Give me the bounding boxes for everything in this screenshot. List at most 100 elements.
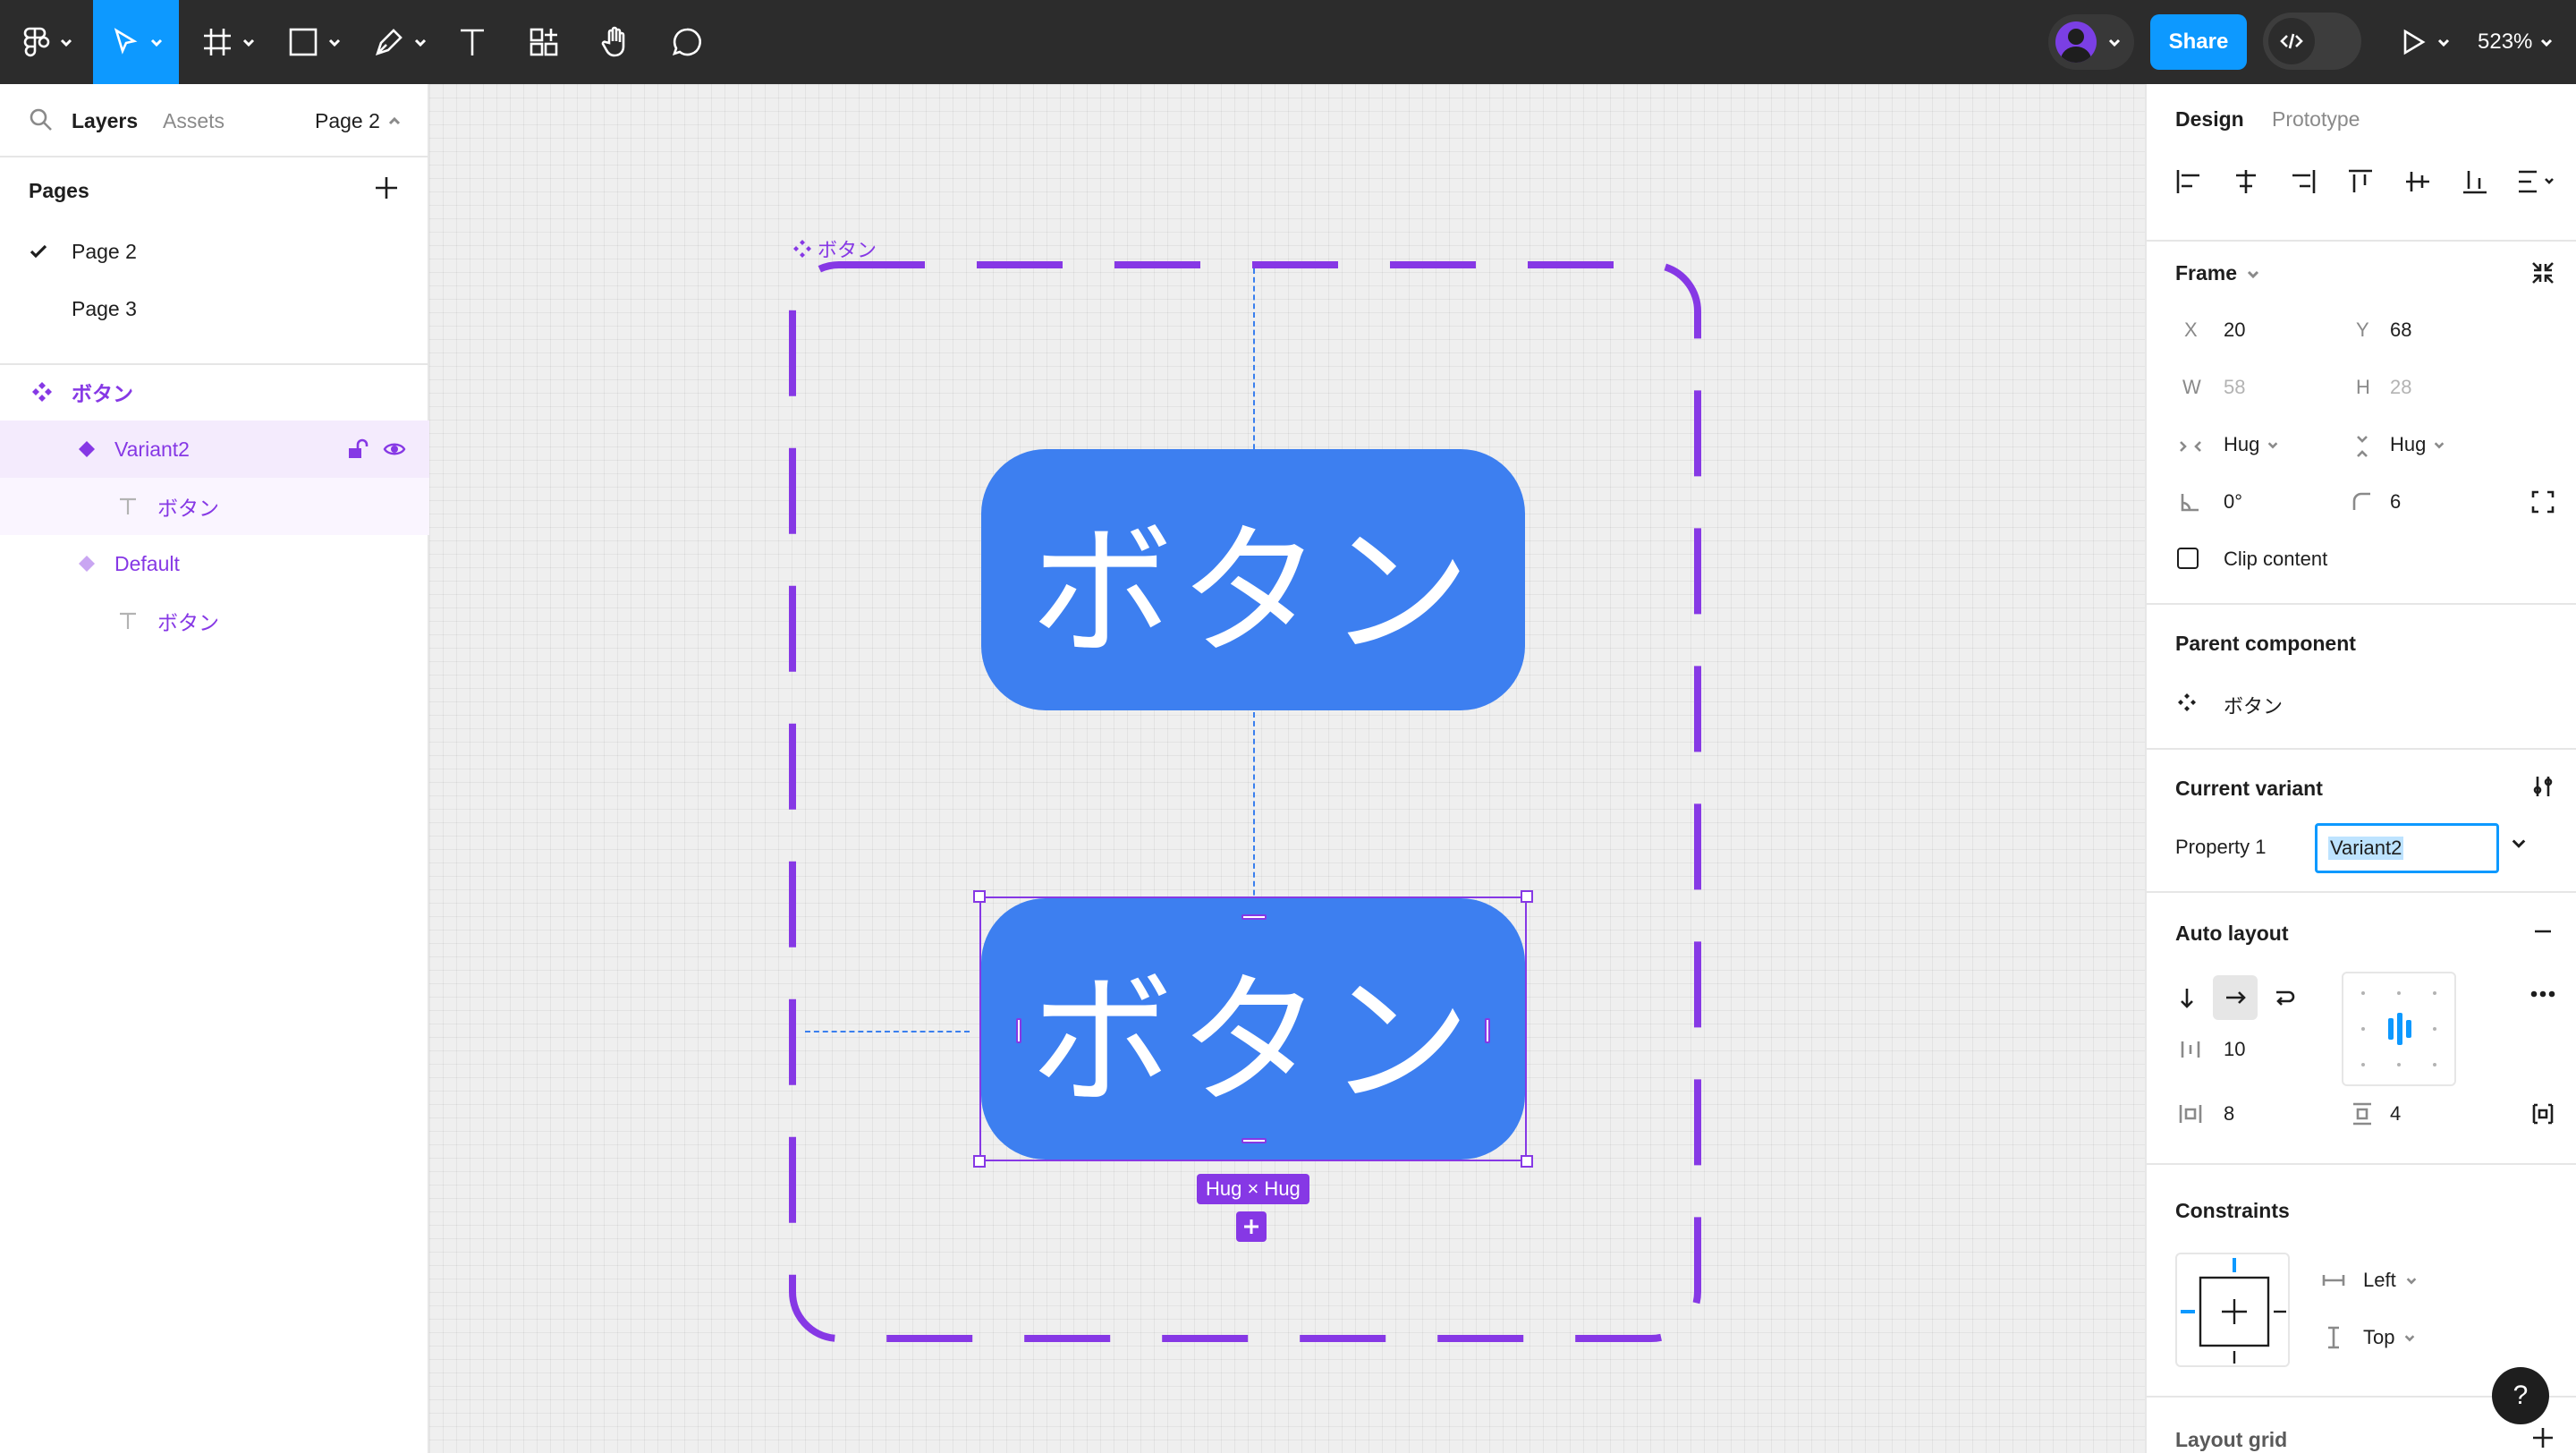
chevron-down-icon — [2406, 1278, 2417, 1285]
align-bottom-icon[interactable] — [2460, 166, 2490, 197]
multiplayer-avatars[interactable] — [2048, 14, 2134, 70]
page-item[interactable]: Page 3 — [0, 281, 429, 336]
width-mode-value: Hug — [2224, 433, 2260, 455]
present-button[interactable] — [2397, 0, 2451, 84]
w-input[interactable]: 58 — [2224, 376, 2245, 399]
add-variant-button[interactable] — [1236, 1211, 1267, 1242]
auto-layout-title: Auto layout — [2175, 922, 2289, 945]
tab-design[interactable]: Design — [2175, 107, 2244, 132]
dev-mode-toggle[interactable] — [2263, 13, 2361, 70]
padding-handle[interactable] — [1485, 1018, 1490, 1043]
hand-tool-button[interactable] — [590, 0, 640, 84]
tab-layers[interactable]: Layers — [72, 109, 138, 133]
rotation-input[interactable]: 0° — [2224, 490, 2242, 514]
layer-actions — [345, 438, 406, 461]
padding-handle[interactable] — [1016, 1018, 1021, 1043]
horizontal-padding-input[interactable]: 8 — [2224, 1102, 2234, 1126]
layer-row-text[interactable]: ボタン — [0, 478, 429, 535]
zoom-menu[interactable]: 523% — [2478, 0, 2554, 84]
vertical-constraint-value: Top — [2363, 1326, 2395, 1348]
corner-radius-input[interactable]: 6 — [2390, 490, 2401, 514]
frame-section-header[interactable]: Frame — [2175, 261, 2260, 285]
pen-tool-button[interactable] — [363, 0, 436, 84]
parent-component-name[interactable]: ボタン — [2224, 691, 2283, 719]
main-menu-button[interactable] — [11, 0, 80, 84]
align-vertical-center-icon[interactable] — [2402, 166, 2433, 197]
align-top-icon[interactable] — [2345, 166, 2376, 197]
shape-tool-button[interactable] — [277, 0, 351, 84]
tab-assets[interactable]: Assets — [163, 109, 225, 133]
vertical-constraint-select[interactable]: Top — [2363, 1326, 2416, 1349]
comment-tool-button[interactable] — [662, 0, 712, 84]
chevron-down-icon[interactable] — [2510, 834, 2528, 852]
variant-settings-icon[interactable] — [2529, 773, 2556, 800]
resources-tool-button[interactable] — [519, 0, 569, 84]
more-options-icon[interactable] — [2529, 981, 2556, 1007]
y-input[interactable]: 68 — [2390, 319, 2411, 342]
layout-grid-title: Layout grid — [2175, 1428, 2288, 1451]
width-mode-select[interactable]: Hug — [2224, 433, 2279, 456]
eye-icon[interactable] — [383, 438, 406, 461]
divider — [2147, 240, 2576, 242]
help-button[interactable]: ? — [2492, 1367, 2549, 1424]
share-button[interactable]: Share — [2150, 14, 2247, 70]
alignment-grid[interactable] — [2342, 972, 2456, 1086]
resize-handle[interactable] — [1521, 1155, 1533, 1168]
constraints-widget[interactable] — [2175, 1253, 2290, 1367]
rotation-icon — [2177, 489, 2204, 515]
layer-row-component-set[interactable]: ボタン — [0, 363, 429, 421]
move-tool-button[interactable] — [93, 0, 179, 84]
variant-value-input[interactable]: Variant2 — [2315, 823, 2499, 873]
chevron-down-icon — [2405, 1335, 2415, 1342]
button-variant2[interactable]: ボタン — [981, 898, 1525, 1160]
layer-label: ボタン — [157, 611, 219, 634]
horizontal-constraint-select[interactable]: Left — [2363, 1269, 2418, 1292]
divider — [2147, 891, 2576, 893]
chevron-down-icon — [150, 38, 163, 47]
height-mode-select[interactable]: Hug — [2390, 433, 2445, 456]
layer-row-variant2[interactable]: Variant2 — [0, 421, 429, 478]
distribute-menu-icon[interactable] — [2515, 166, 2558, 197]
search-icon[interactable] — [29, 107, 54, 132]
gap-input[interactable]: 10 — [2224, 1038, 2245, 1061]
figma-logo-icon — [23, 27, 50, 57]
page-selector[interactable]: Page 2 — [315, 109, 402, 133]
horizontal-padding-icon — [2177, 1100, 2204, 1127]
layer-row-text[interactable]: ボタン — [0, 592, 429, 650]
vertical-direction-button[interactable] — [2165, 975, 2209, 1020]
vertical-padding-input[interactable]: 4 — [2390, 1102, 2401, 1126]
resize-handle[interactable] — [973, 1155, 986, 1168]
component-set-icon — [30, 380, 54, 404]
frame-tool-button[interactable] — [191, 0, 265, 84]
layer-label: Variant2 — [114, 437, 190, 461]
resize-handle[interactable] — [973, 890, 986, 903]
align-left-icon[interactable] — [2174, 166, 2204, 197]
h-input[interactable]: 28 — [2390, 376, 2411, 399]
individual-padding-icon[interactable] — [2529, 1100, 2556, 1127]
x-input[interactable]: 20 — [2224, 319, 2245, 342]
padding-handle[interactable] — [1241, 914, 1267, 920]
frame-hash-icon — [204, 29, 231, 55]
resize-handle[interactable] — [1521, 890, 1533, 903]
text-tool-button[interactable] — [449, 0, 496, 84]
remove-auto-layout-icon[interactable] — [2529, 918, 2556, 945]
avatar[interactable] — [2055, 21, 2097, 63]
add-layout-grid-icon[interactable] — [2529, 1424, 2556, 1451]
align-right-icon[interactable] — [2288, 166, 2318, 197]
tab-prototype[interactable]: Prototype — [2272, 107, 2360, 132]
layer-row-default[interactable]: Default — [0, 535, 429, 592]
padding-handle[interactable] — [1241, 1138, 1267, 1143]
canvas[interactable]: ボタン ボタン ボタン Hug × Hug — [429, 84, 2145, 1453]
unlock-icon[interactable] — [345, 438, 369, 461]
button-default[interactable]: ボタン — [981, 449, 1525, 710]
alignment-toolbar — [2174, 166, 2558, 208]
resize-to-fit-icon[interactable] — [2529, 259, 2556, 286]
wrap-direction-button[interactable] — [2261, 975, 2306, 1020]
horizontal-direction-button[interactable] — [2213, 975, 2258, 1020]
add-page-button[interactable] — [372, 174, 401, 202]
align-horizontal-center-icon[interactable] — [2231, 166, 2261, 197]
clip-content-checkbox[interactable] — [2177, 548, 2199, 569]
page-item[interactable]: Page 2 — [0, 224, 429, 279]
independent-corners-icon[interactable] — [2529, 489, 2556, 515]
hand-icon — [601, 26, 625, 57]
